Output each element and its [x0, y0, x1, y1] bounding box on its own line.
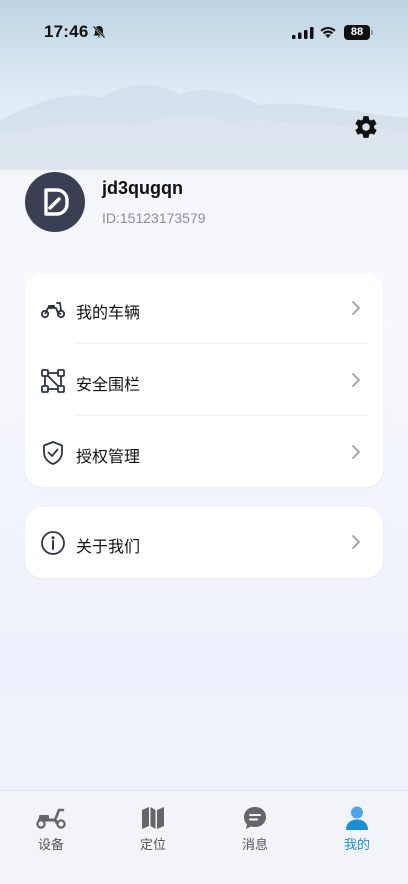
status-time: 17:46: [44, 22, 89, 41]
info-icon: [40, 530, 66, 556]
divider: [76, 343, 368, 344]
avatar[interactable]: [25, 172, 85, 232]
tab-label: 设备: [37, 837, 64, 852]
gear-icon[interactable]: [353, 114, 379, 140]
menu-card-about: 关于我们: [25, 507, 383, 578]
tab-messages[interactable]: 消息: [220, 805, 290, 855]
menu-item-label: 授权管理: [76, 449, 141, 466]
wifi-icon: [320, 26, 336, 38]
signal-icon: [292, 27, 314, 39]
tab-label: 消息: [241, 837, 268, 852]
menu-item-label: 安全围栏: [76, 377, 141, 394]
user-id: ID:15123173579: [102, 210, 206, 226]
chevron-right-icon: [352, 373, 360, 387]
fence-icon: [40, 368, 66, 394]
chevron-right-icon: [352, 535, 360, 549]
tab-bar: 设备 定位 消息 我的: [0, 790, 408, 884]
tab-location[interactable]: 定位: [118, 805, 188, 855]
divider: [76, 415, 368, 416]
menu-card-main: 我的车辆 安全围栏 授权管理: [25, 273, 383, 487]
person-icon: [344, 805, 370, 831]
menu-item-label: 我的车辆: [76, 305, 141, 322]
menu-item-safety-fence[interactable]: 安全围栏: [25, 345, 383, 415]
tab-label: 我的: [343, 837, 370, 852]
map-icon: [141, 805, 165, 831]
tab-mine[interactable]: 我的: [322, 805, 392, 855]
chevron-right-icon: [352, 301, 360, 315]
bell-muted-icon: [92, 25, 106, 39]
battery-tip: [371, 30, 373, 35]
scooter-icon: [35, 805, 67, 831]
tab-devices[interactable]: 设备: [16, 805, 86, 855]
status-bar: 17:46 88: [0, 0, 408, 60]
battery-indicator: 88: [344, 25, 370, 40]
mountain-background: [0, 84, 408, 170]
menu-item-authorization[interactable]: 授权管理: [25, 417, 383, 487]
tab-label: 定位: [139, 837, 166, 852]
app-logo-icon: [44, 188, 69, 216]
chevron-right-icon: [352, 445, 360, 459]
message-icon: [242, 805, 268, 831]
menu-item-my-vehicles[interactable]: 我的车辆: [25, 273, 383, 343]
menu-item-about-us[interactable]: 关于我们: [25, 507, 383, 577]
shield-check-icon: [40, 440, 66, 466]
scooter-icon: [40, 296, 66, 322]
username: jd3qugqn: [102, 178, 183, 198]
menu-item-label: 关于我们: [76, 539, 141, 556]
